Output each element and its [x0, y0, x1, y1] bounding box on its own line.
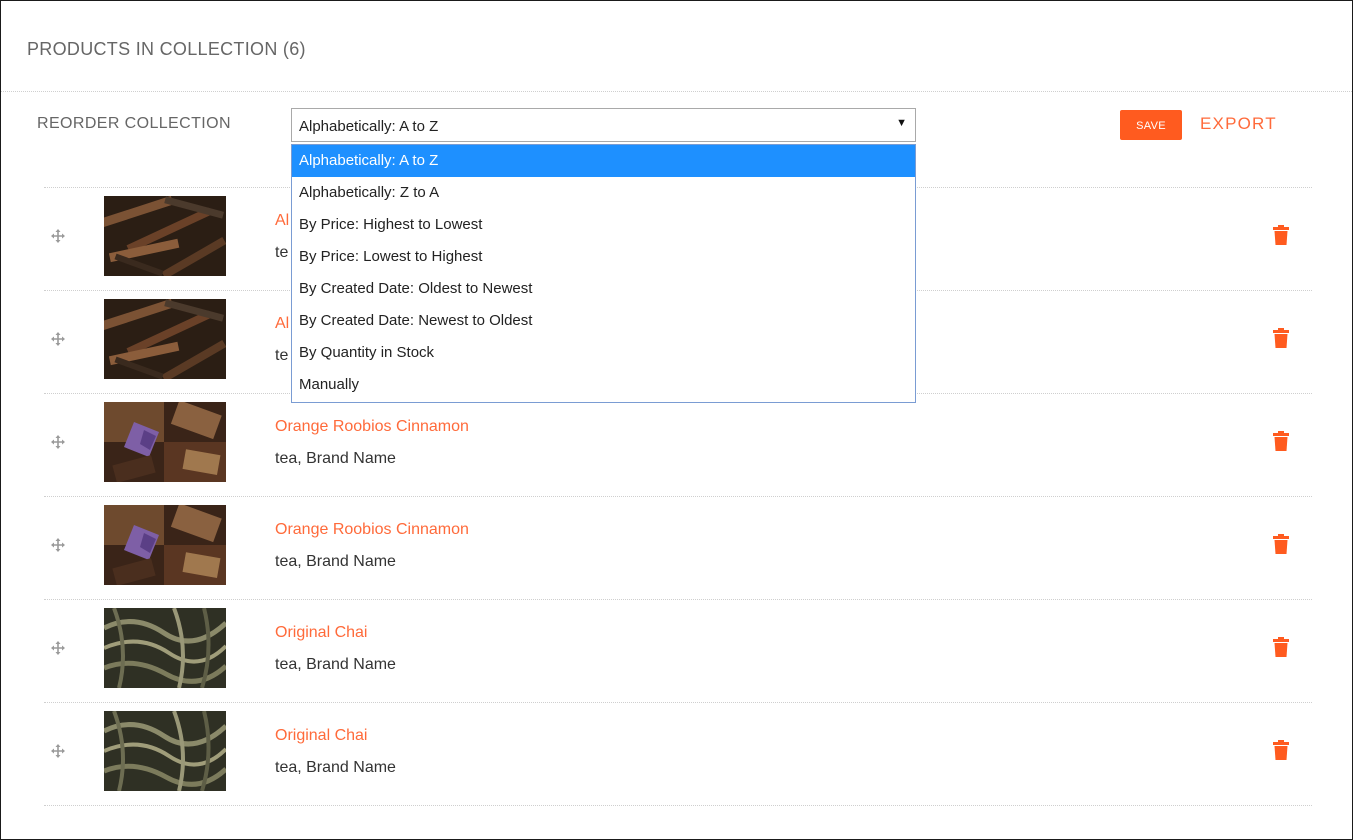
- move-icon[interactable]: [51, 435, 65, 449]
- move-icon[interactable]: [51, 641, 65, 655]
- product-row: Original Chai tea, Brand Name: [44, 703, 1312, 806]
- product-meta: te: [275, 347, 289, 364]
- panel-header: PRODUCTS IN COLLECTION (6): [1, 1, 1352, 92]
- sort-option[interactable]: By Created Date: Oldest to Newest: [292, 273, 915, 305]
- sort-option[interactable]: By Price: Lowest to Highest: [292, 241, 915, 273]
- product-thumbnail: [104, 711, 226, 791]
- product-name-link[interactable]: Orange Roobios Cinnamon: [275, 418, 469, 436]
- product-name-link[interactable]: Al: [275, 212, 289, 230]
- product-name-link[interactable]: Orange Roobios Cinnamon: [275, 521, 469, 539]
- sort-dropdown: Alphabetically: A to Z Alphabetically: Z…: [291, 144, 916, 403]
- trash-icon[interactable]: [1273, 431, 1289, 451]
- product-name-link[interactable]: Original Chai: [275, 727, 367, 745]
- save-button[interactable]: SAVE: [1120, 110, 1182, 140]
- product-row: Orange Roobios Cinnamon tea, Brand Name: [44, 497, 1312, 600]
- move-icon[interactable]: [51, 332, 65, 346]
- trash-icon[interactable]: [1273, 637, 1289, 657]
- sort-option[interactable]: By Created Date: Newest to Oldest: [292, 305, 915, 337]
- product-thumbnail: [104, 505, 226, 585]
- collection-panel: PRODUCTS IN COLLECTION (6) REORDER COLLE…: [0, 0, 1353, 840]
- product-thumbnail: [104, 299, 226, 379]
- sort-select[interactable]: Alphabetically: A to Z ▼: [291, 108, 916, 142]
- product-thumbnail: [104, 402, 226, 482]
- export-link[interactable]: EXPORT: [1200, 114, 1277, 134]
- sort-option[interactable]: By Price: Highest to Lowest: [292, 209, 915, 241]
- sort-option[interactable]: Manually: [292, 369, 915, 401]
- product-meta: tea, Brand Name: [275, 450, 396, 467]
- product-row: Orange Roobios Cinnamon tea, Brand Name: [44, 394, 1312, 497]
- caret-down-icon: ▼: [896, 117, 907, 129]
- product-thumbnail: [104, 608, 226, 688]
- move-icon[interactable]: [51, 229, 65, 243]
- move-icon[interactable]: [51, 744, 65, 758]
- sort-option[interactable]: Alphabetically: A to Z: [292, 145, 915, 177]
- reorder-label: REORDER COLLECTION: [37, 115, 231, 132]
- product-meta: tea, Brand Name: [275, 759, 396, 776]
- sort-select-value: Alphabetically: A to Z: [299, 118, 439, 135]
- product-meta: te: [275, 244, 289, 261]
- product-name-link[interactable]: Al: [275, 315, 289, 333]
- sort-option[interactable]: Alphabetically: Z to A: [292, 177, 915, 209]
- trash-icon[interactable]: [1273, 740, 1289, 760]
- product-thumbnail: [104, 196, 226, 276]
- sort-option[interactable]: By Quantity in Stock: [292, 337, 915, 369]
- move-icon[interactable]: [51, 538, 65, 552]
- trash-icon[interactable]: [1273, 328, 1289, 348]
- product-row: Original Chai tea, Brand Name: [44, 600, 1312, 703]
- product-meta: tea, Brand Name: [275, 553, 396, 570]
- product-meta: tea, Brand Name: [275, 656, 396, 673]
- trash-icon[interactable]: [1273, 534, 1289, 554]
- panel-title: PRODUCTS IN COLLECTION (6): [27, 39, 306, 59]
- trash-icon[interactable]: [1273, 225, 1289, 245]
- product-name-link[interactable]: Original Chai: [275, 624, 367, 642]
